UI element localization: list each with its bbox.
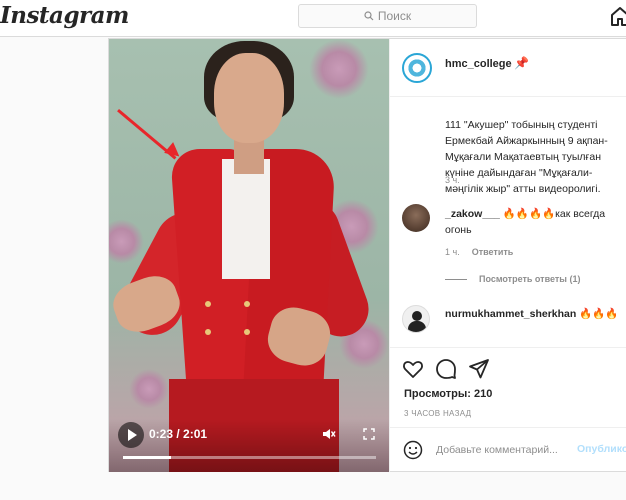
post-sidebar: hmc_college 📌 111 "Акушер" тобының студе… [389, 39, 626, 472]
wallpaper-flower [309, 39, 369, 99]
jacket-button [244, 301, 250, 307]
play-button[interactable] [118, 422, 144, 448]
play-icon [128, 429, 137, 441]
comment-input[interactable] [436, 441, 586, 459]
comment-username[interactable]: nurmukhammet_sherkhan [445, 308, 576, 320]
view-replies-button[interactable]: Посмотреть ответы (1) [445, 274, 580, 284]
divider [445, 278, 467, 280]
jacket-button [205, 329, 211, 335]
comment-username[interactable]: _zakow___ [445, 208, 500, 220]
top-navigation-bar: Instagram Поиск [0, 0, 626, 37]
post-header: hmc_college 📌 [390, 39, 626, 97]
view-replies-label: Посмотреть ответы (1) [479, 274, 581, 284]
comment-meta: 1 ч. Ответить [445, 247, 513, 257]
emoji-icon[interactable] [403, 440, 423, 460]
mute-icon[interactable] [322, 427, 336, 441]
jacket-button [205, 301, 211, 307]
person-face [214, 53, 284, 143]
avatar[interactable] [402, 305, 430, 333]
instagram-logo[interactable]: Instagram [0, 2, 129, 29]
caption-time[interactable]: 3 ч. [445, 175, 460, 185]
heart-icon[interactable] [402, 358, 424, 380]
reply-button[interactable]: Ответить [472, 247, 514, 257]
views-count[interactable]: Просмотры: 210 [404, 388, 492, 400]
post-caption: 111 "Акушер" тобының студенті Ермекбай А… [445, 119, 608, 195]
video-player[interactable]: 0:23 / 2:01 [109, 39, 389, 472]
comment: _zakow___ 🔥🔥🔥🔥как всегда огонь [445, 206, 625, 238]
share-icon[interactable] [468, 358, 490, 380]
add-comment-bar: Опубликовать [390, 427, 626, 472]
comment-time[interactable]: 1 ч. [445, 247, 460, 257]
white-shirt [222, 159, 270, 279]
fullscreen-icon[interactable] [363, 428, 375, 440]
jacket-button [244, 329, 250, 335]
post-actions: Просмотры: 210 3 ЧАСОВ НАЗАД [390, 347, 626, 427]
video-progress-fill [123, 456, 172, 459]
avatar[interactable] [402, 204, 430, 232]
comment-icon[interactable] [435, 358, 457, 380]
search-icon [364, 11, 374, 21]
video-progress-bar[interactable] [123, 456, 376, 459]
publish-button[interactable]: Опубликовать [577, 443, 626, 455]
posted-time[interactable]: 3 ЧАСОВ НАЗАД [404, 409, 471, 418]
wallpaper-flower [129, 369, 169, 409]
comment: nurmukhammet_sherkhan 🔥🔥🔥 [445, 306, 625, 322]
avatar[interactable] [402, 53, 432, 83]
post-card: 0:23 / 2:01 hmc_college 📌 111 "Акушер" т… [108, 38, 626, 472]
post-username[interactable]: hmc_college [445, 58, 512, 70]
search-box[interactable]: Поиск [298, 4, 477, 28]
search-placeholder: Поиск [377, 9, 412, 23]
college-logo-icon [407, 58, 427, 78]
pin-emoji: 📌 [514, 56, 529, 70]
home-icon[interactable] [609, 5, 626, 27]
comment-text: 🔥🔥🔥 [579, 308, 619, 320]
video-controls: 0:23 / 2:01 [109, 419, 389, 472]
video-time: 0:23 / 2:01 [149, 427, 208, 441]
